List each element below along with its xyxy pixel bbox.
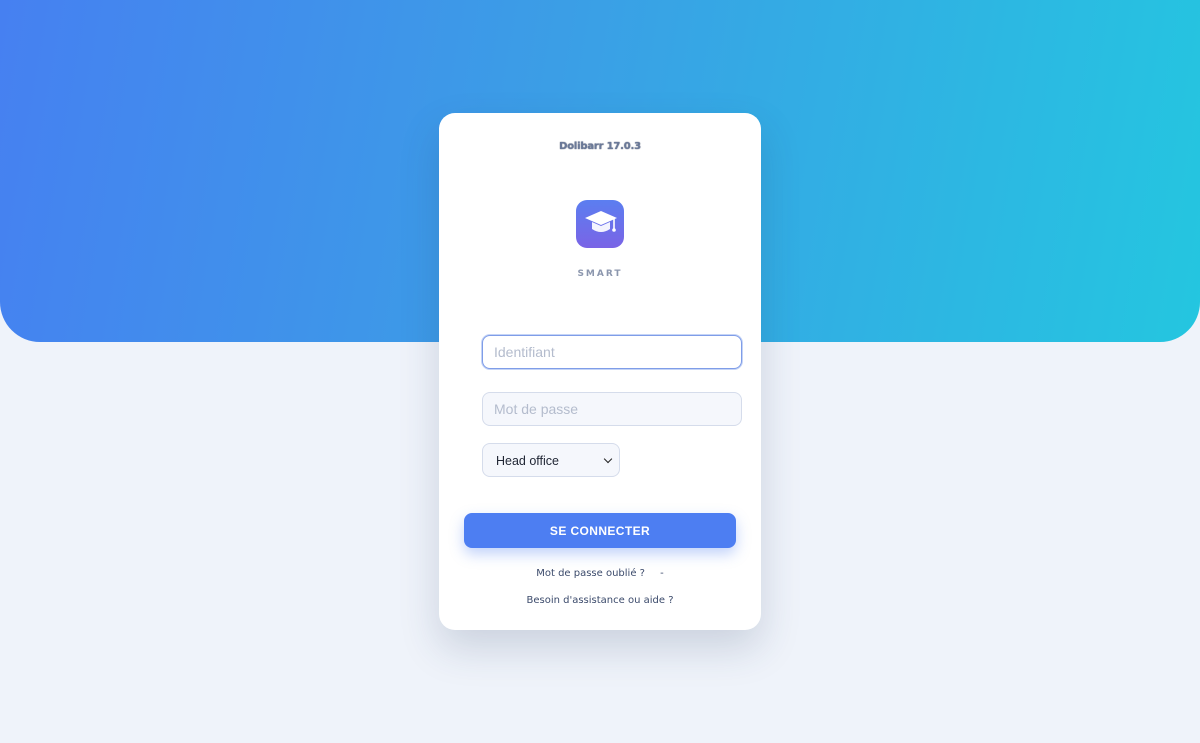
version-label: Dolibarr 17.0.3: [559, 141, 641, 152]
app-logo: [576, 200, 624, 248]
username-input[interactable]: [482, 335, 742, 369]
login-button[interactable]: SE CONNECTER: [464, 513, 736, 548]
forgot-password-row: Mot de passe oublié ? -: [439, 568, 761, 579]
password-input[interactable]: [482, 392, 742, 426]
help-row: Besoin d'assistance ou aide ?: [439, 595, 761, 606]
graduation-cap-icon: [585, 211, 617, 232]
link-separator: -: [660, 568, 664, 579]
help-link[interactable]: Besoin d'assistance ou aide ?: [526, 595, 673, 606]
entity-select[interactable]: Head office: [482, 443, 620, 477]
login-card: Dolibarr 17.0.3 SMART Head office SE CON…: [439, 113, 761, 630]
brand-name: SMART: [577, 269, 623, 279]
forgot-password-link[interactable]: Mot de passe oublié ?: [536, 568, 645, 579]
chevron-down-icon: [603, 454, 613, 464]
entity-select-value: Head office: [496, 454, 560, 468]
